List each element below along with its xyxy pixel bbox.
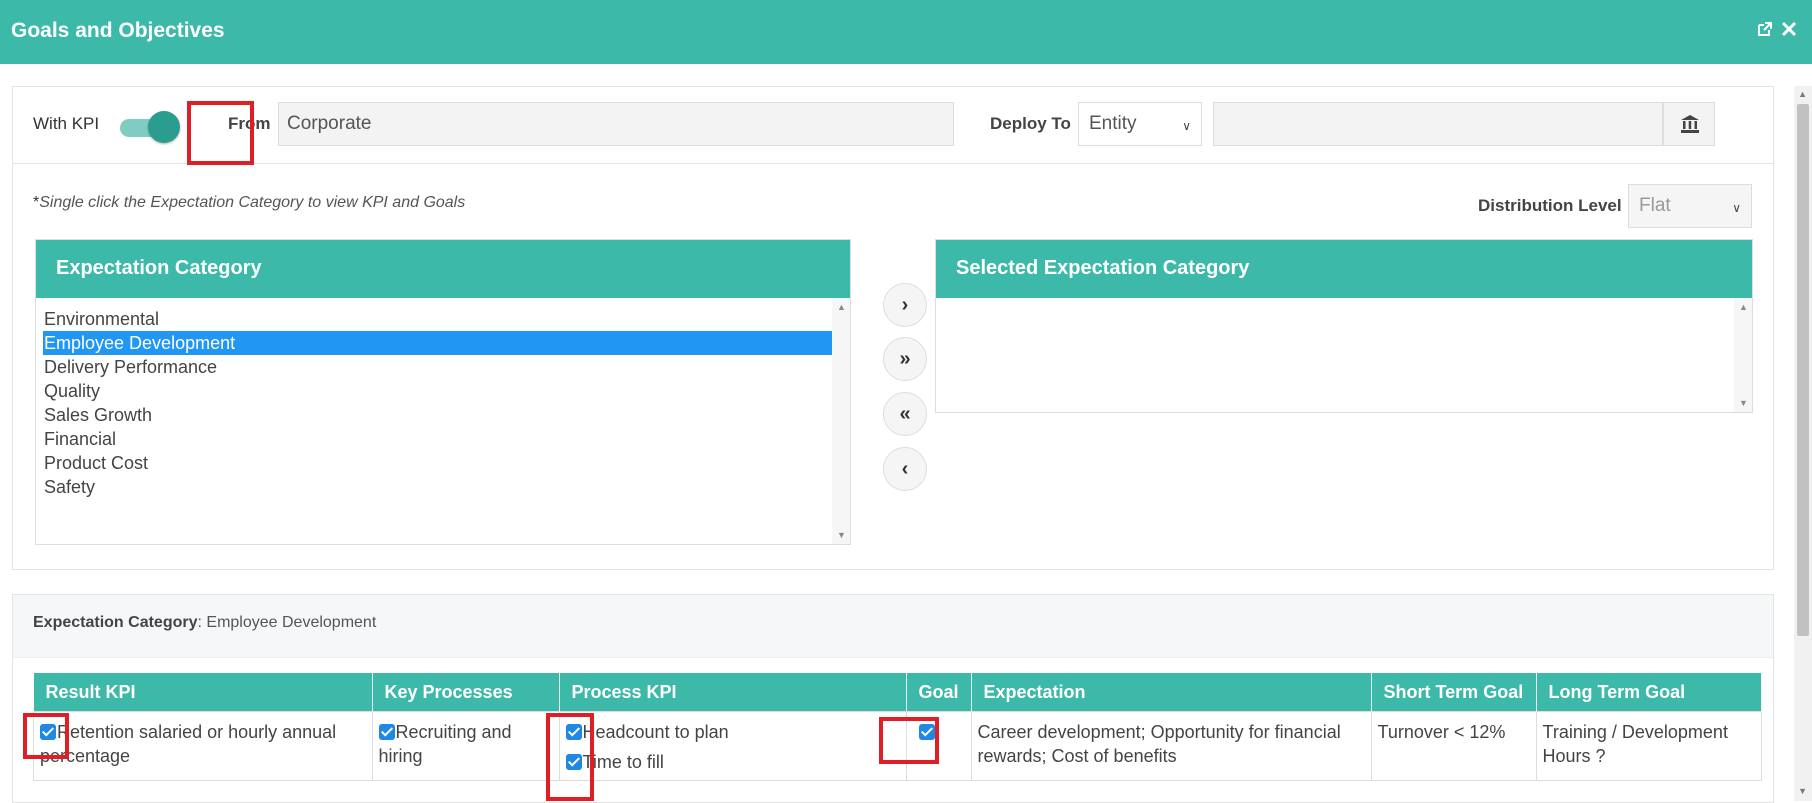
expectation-category-header: Expectation Category bbox=[36, 240, 850, 298]
col-goal: Goal bbox=[906, 673, 972, 712]
cell-process-kpi: Headcount to plan Time to fill bbox=[558, 711, 907, 781]
col-key-processes: Key Processes bbox=[372, 673, 560, 712]
window-titlebar: Goals and Objectives bbox=[0, 0, 1812, 64]
bank-icon bbox=[1681, 115, 1699, 133]
with-kpi-label: With KPI bbox=[33, 114, 100, 133]
process-kpi-checkbox[interactable] bbox=[565, 754, 582, 770]
toolbar-row: With KPI From Corporate Deploy To Entity… bbox=[13, 87, 1773, 164]
distribution-level-value: Flat bbox=[1639, 195, 1671, 216]
move-all-left-icon: « bbox=[899, 402, 911, 425]
distribution-level-select[interactable]: Flat ∨ bbox=[1628, 184, 1752, 228]
list-item[interactable]: Sales Growth bbox=[43, 403, 833, 427]
deploy-target-input[interactable] bbox=[1213, 102, 1663, 146]
cell-key-process: Recruiting and hiring bbox=[371, 711, 560, 781]
config-panel: With KPI From Corporate Deploy To Entity… bbox=[12, 86, 1774, 570]
col-result-kpi: Result KPI bbox=[33, 673, 373, 712]
close-icon[interactable] bbox=[1780, 20, 1798, 38]
goal-checkbox[interactable] bbox=[918, 724, 935, 740]
hint-text: *Single click the Expectation Category t… bbox=[33, 194, 466, 211]
cell-long-term-goal: Training / Development Hours ? bbox=[1535, 711, 1762, 781]
selected-list-scrollbar[interactable]: ▲ ▼ bbox=[1734, 298, 1752, 412]
list-item[interactable]: Safety bbox=[43, 475, 833, 499]
deploy-to-label: Deploy To bbox=[990, 114, 1071, 133]
col-long-term-goal: Long Term Goal bbox=[1536, 673, 1762, 712]
result-kpi-checkbox[interactable] bbox=[40, 724, 56, 740]
from-input[interactable]: Corporate bbox=[278, 102, 954, 146]
cell-short-term-goal: Turnover < 12% bbox=[1370, 711, 1537, 781]
deploy-to-value: Entity bbox=[1089, 113, 1137, 134]
selected-expectation-header: Selected Expectation Category bbox=[936, 240, 1752, 298]
list-item[interactable]: Financial bbox=[43, 427, 833, 451]
bank-button[interactable] bbox=[1663, 102, 1715, 146]
move-all-right-icon: » bbox=[899, 347, 911, 370]
key-process-checkbox[interactable] bbox=[378, 724, 395, 740]
col-expectation: Expectation bbox=[971, 673, 1372, 712]
cell-result-kpi: Retention salaried or hourly annual perc… bbox=[33, 711, 373, 781]
process-kpi-checkbox[interactable] bbox=[565, 724, 582, 740]
cell-expectation: Career development; Opportunity for fina… bbox=[970, 711, 1372, 781]
list-scrollbar[interactable]: ▲ ▼ bbox=[832, 298, 850, 544]
move-right-icon: › bbox=[901, 293, 909, 316]
with-kpi-toggle[interactable] bbox=[120, 111, 180, 143]
deploy-to-select[interactable]: Entity ∨ bbox=[1078, 102, 1202, 146]
kpi-table: Result KPI Key Processes Process KPI Goa… bbox=[33, 673, 1762, 781]
distribution-level-label: Distribution Level bbox=[1478, 196, 1622, 215]
list-item[interactable]: Quality bbox=[43, 379, 833, 403]
scroll-up-icon[interactable]: ▲ bbox=[1798, 89, 1807, 99]
table-row: Retention salaried or hourly annual perc… bbox=[33, 711, 1762, 781]
list-item[interactable]: Product Cost bbox=[43, 451, 833, 475]
move-left-icon: ‹ bbox=[901, 457, 909, 480]
detail-header: Expectation Category: Employee Developme… bbox=[13, 595, 1773, 658]
chevron-down-icon: ∨ bbox=[1732, 201, 1741, 215]
chevron-down-icon: ∨ bbox=[1182, 119, 1191, 133]
scroll-down-icon[interactable]: ▼ bbox=[1798, 786, 1807, 796]
col-process-kpi: Process KPI bbox=[559, 673, 907, 712]
list-item[interactable]: Environmental bbox=[43, 307, 833, 331]
move-all-right-button[interactable]: » bbox=[883, 337, 927, 381]
from-label: From bbox=[228, 114, 271, 133]
window-title: Goals and Objectives bbox=[11, 19, 225, 42]
col-short-term-goal: Short Term Goal bbox=[1371, 673, 1537, 712]
expectation-category-list[interactable]: Expectation Category Environmental Emplo… bbox=[35, 239, 851, 545]
page-scrollbar-thumb[interactable] bbox=[1797, 104, 1809, 636]
move-all-left-button[interactable]: « bbox=[883, 392, 927, 436]
list-item-selected[interactable]: Employee Development bbox=[43, 331, 833, 355]
list-item[interactable]: Delivery Performance bbox=[43, 355, 833, 379]
move-left-button[interactable]: ‹ bbox=[883, 447, 927, 491]
move-right-button[interactable]: › bbox=[883, 283, 927, 327]
expectation-category-value: Employee Development bbox=[206, 614, 377, 631]
expectation-category-caption: Expectation Category: Employee Developme… bbox=[33, 614, 377, 631]
selected-expectation-list[interactable]: Selected Expectation Category ▲ ▼ bbox=[935, 239, 1753, 413]
external-link-icon[interactable] bbox=[1756, 20, 1774, 38]
cell-goal bbox=[905, 711, 972, 781]
